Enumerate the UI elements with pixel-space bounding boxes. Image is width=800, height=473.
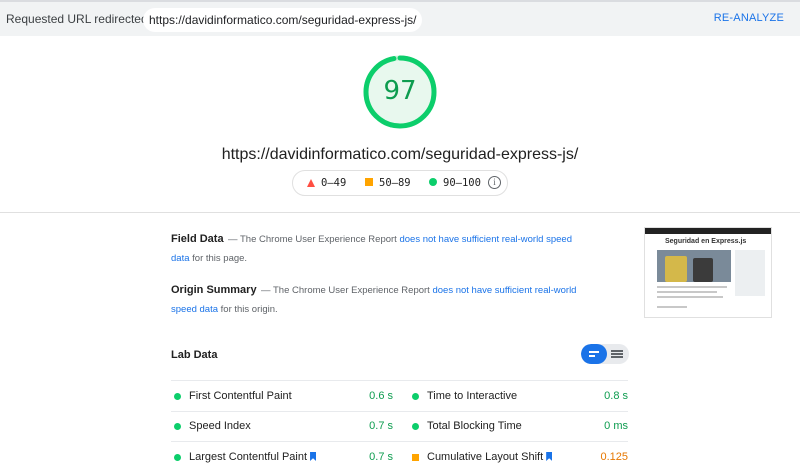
pass-circle-icon	[174, 393, 181, 400]
page-url: https://davidinformatico.com/seguridad-e…	[221, 146, 579, 163]
metric-first-contentful-paint: First Contentful Paint 0.6 s	[171, 382, 393, 412]
redirect-bar: Requested URL redirected to: https://dav…	[0, 0, 800, 36]
divider	[0, 212, 800, 213]
thumb-figure	[665, 256, 687, 282]
thumb-figure	[693, 258, 713, 282]
compact-lines-icon	[589, 355, 595, 357]
thumb-text-line	[657, 286, 727, 288]
field-data-section: Field Data — The Chrome User Experience …	[171, 229, 591, 267]
pass-circle-icon	[174, 454, 181, 461]
compact-lines-icon	[589, 351, 599, 353]
origin-summary-title: Origin Summary	[171, 284, 257, 296]
thumb-text-line	[657, 306, 687, 308]
metric-largest-contentful-paint: Largest Contentful Paint 0.7 s	[171, 443, 393, 473]
thumb-text-line	[657, 296, 723, 298]
origin-summary-text: — The Chrome User Experience Report	[261, 285, 430, 296]
legend-pass-label: 90–100	[443, 177, 481, 189]
metric-name: Time to Interactive	[427, 390, 518, 402]
metrics-view-toggle[interactable]	[581, 344, 629, 364]
metric-value: 0.125	[600, 451, 628, 463]
metric-name-text: Cumulative Layout Shift	[427, 451, 544, 463]
pass-circle-icon	[412, 393, 419, 400]
metrics-divider	[171, 380, 628, 381]
metric-speed-index: Speed Index 0.7 s	[171, 412, 393, 442]
compact-view-button[interactable]	[581, 344, 607, 364]
origin-summary-section: Origin Summary — The Chrome User Experie…	[171, 280, 591, 318]
field-data-text: — The Chrome User Experience Report	[228, 234, 397, 245]
legend-pass: 90–100	[429, 177, 481, 189]
origin-summary-text-after: for this origin.	[220, 304, 278, 315]
metric-name: Cumulative Layout Shift	[427, 451, 553, 463]
fail-triangle-icon	[307, 179, 315, 187]
legend-fail-label: 0–49	[321, 177, 347, 189]
metric-name: First Contentful Paint	[189, 390, 292, 402]
metric-value: 0.7 s	[369, 451, 393, 463]
metric-value: 0.7 s	[369, 420, 393, 432]
average-square-icon	[412, 454, 419, 461]
legend-average: 50–89	[365, 177, 411, 189]
metrics-divider	[171, 441, 628, 442]
bookmark-flag-icon	[310, 452, 317, 461]
performance-score-gauge: 97	[360, 52, 440, 142]
average-square-icon	[365, 178, 373, 186]
metric-time-to-interactive: Time to Interactive 0.8 s	[409, 382, 628, 412]
thumb-text-line	[657, 291, 717, 293]
metric-value: 0.8 s	[604, 390, 628, 402]
redirect-url[interactable]: https://davidinformatico.com/seguridad-e…	[143, 8, 423, 32]
pass-circle-icon	[429, 178, 437, 186]
pass-circle-icon	[412, 423, 419, 430]
info-icon[interactable]: i	[488, 176, 501, 189]
field-data-title: Field Data	[171, 233, 224, 245]
thumb-nav	[645, 228, 771, 234]
metric-total-blocking-time: Total Blocking Time 0 ms	[409, 412, 628, 442]
metric-value: 0 ms	[604, 420, 628, 432]
thumb-title: Seguridad en Express.js	[665, 238, 747, 245]
field-data-text-after: for this page.	[192, 253, 248, 264]
metric-name-text: Largest Contentful Paint	[189, 451, 308, 463]
metric-value: 0.6 s	[369, 390, 393, 402]
score-legend: 0–49 50–89 90–100 i	[292, 170, 508, 196]
metric-name: Speed Index	[189, 420, 251, 432]
expanded-lines-icon	[611, 353, 623, 355]
legend-fail: 0–49	[307, 177, 346, 189]
expanded-lines-icon	[611, 350, 623, 352]
lab-data-title: Lab Data	[171, 349, 218, 361]
page-screenshot-thumbnail: Seguridad en Express.js	[644, 227, 772, 318]
reanalyze-button[interactable]: RE-ANALYZE	[714, 12, 784, 24]
bookmark-flag-icon	[546, 452, 553, 461]
redirect-label: Requested URL redirected to:	[6, 12, 165, 26]
thumb-sidebar	[735, 250, 765, 296]
expanded-lines-icon	[611, 356, 623, 358]
pass-circle-icon	[174, 423, 181, 430]
metric-name: Largest Contentful Paint	[189, 451, 317, 463]
metric-name: Total Blocking Time	[427, 420, 522, 432]
legend-average-label: 50–89	[379, 177, 411, 189]
metric-cumulative-layout-shift: Cumulative Layout Shift 0.125	[409, 443, 628, 473]
performance-score: 97	[383, 76, 417, 106]
